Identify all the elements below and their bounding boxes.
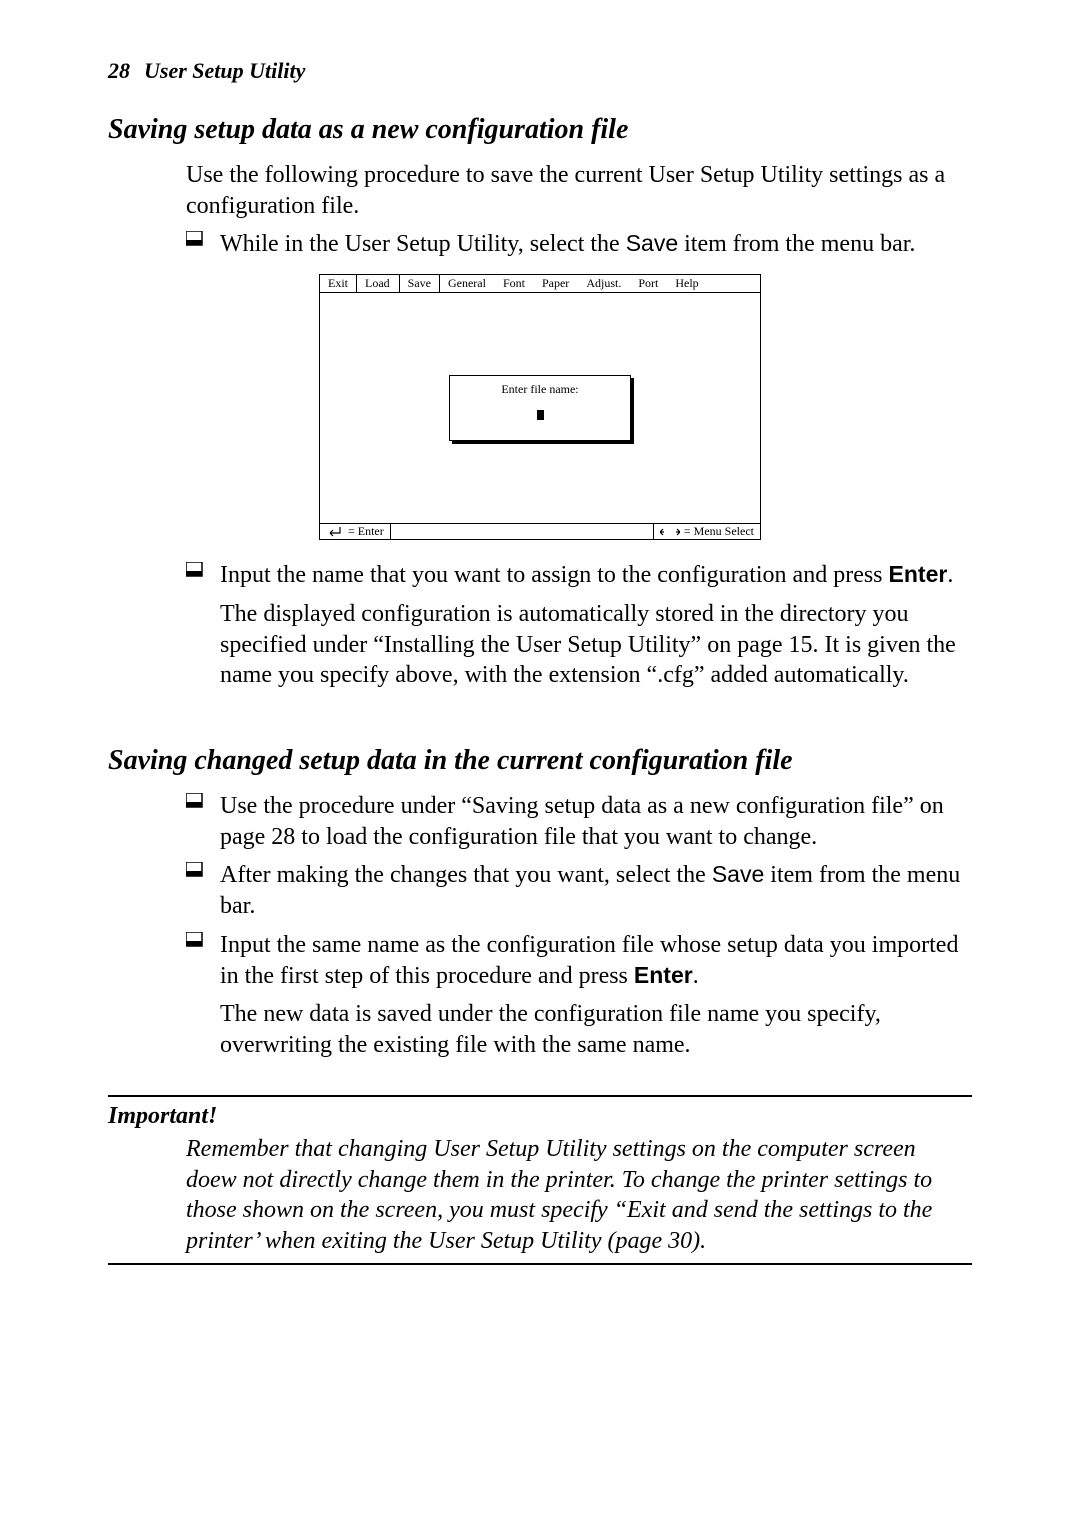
menu-exit: Exit <box>320 275 357 292</box>
text: While in the User Setup Utility, select … <box>220 231 626 257</box>
section1-intro: Use the following procedure to save the … <box>186 160 972 221</box>
text: After making the changes that you want, … <box>220 862 712 888</box>
bullet-text: Use the procedure under “Saving setup da… <box>220 791 972 852</box>
menu-bar: Exit Load Save General Font Paper Adjust… <box>320 275 760 293</box>
running-header: 28 User Setup Utility <box>108 58 972 84</box>
section1-followup: The displayed configuration is automatic… <box>220 599 972 691</box>
bullet-text: After making the changes that you want, … <box>220 860 972 921</box>
chapter-title: User Setup Utility <box>144 58 305 83</box>
menu-paper: Paper <box>534 275 578 292</box>
bullet-text: Input the same name as the configuration… <box>220 930 972 991</box>
bullet-item: Input the same name as the configuration… <box>186 930 972 991</box>
bullet-item: Use the procedure under “Saving setup da… <box>186 791 972 852</box>
menu-name-save: Save <box>626 230 678 256</box>
section2-followup: The new data is saved under the configur… <box>220 999 972 1060</box>
bullet-icon <box>186 930 220 991</box>
page-number: 28 <box>108 58 130 83</box>
bullet-icon <box>186 791 220 852</box>
status-left: = Enter <box>319 523 391 540</box>
menu-port: Port <box>630 275 667 292</box>
status-right: = Menu Select <box>653 523 761 540</box>
menu-adjust: Adjust. <box>578 275 630 292</box>
page: 28 User Setup Utility Saving setup data a… <box>0 0 1080 1529</box>
menu-save: Save <box>399 274 440 293</box>
dialog-prompt: Enter file name: <box>460 382 620 397</box>
utility-body: Enter file name: <box>320 293 760 523</box>
bullet-icon <box>186 860 220 921</box>
arrows-icon <box>660 527 680 537</box>
text: item from the menu bar. <box>678 231 915 257</box>
important-label: Important! <box>108 1103 972 1130</box>
text: . <box>693 963 699 989</box>
menu-name-save: Save <box>712 861 764 887</box>
bullet-item: After making the changes that you want, … <box>186 860 972 921</box>
key-name-enter: Enter <box>634 962 693 988</box>
text: Input the same name as the configuration… <box>220 932 958 989</box>
status-left-text: = Enter <box>348 524 384 539</box>
menu-load: Load <box>357 275 399 292</box>
bullet-item: While in the User Setup Utility, select … <box>186 229 972 260</box>
bullet-icon <box>186 229 220 260</box>
divider <box>108 1095 972 1097</box>
utility-window: Exit Load Save General Font Paper Adjust… <box>319 274 761 540</box>
important-body: Remember that changing User Setup Utilit… <box>186 1134 972 1257</box>
filename-dialog: Enter file name: <box>449 375 631 441</box>
bullet-icon <box>186 560 220 591</box>
section-heading-save-current: Saving changed setup data in the current… <box>108 745 972 777</box>
section-heading-save-new: Saving setup data as a new configuration… <box>108 114 972 146</box>
divider <box>108 1263 972 1265</box>
text: Input the name that you want to assign t… <box>220 562 889 588</box>
embedded-screenshot: Exit Load Save General Font Paper Adjust… <box>108 274 972 540</box>
enter-key-icon <box>326 527 344 537</box>
text-cursor-icon <box>537 410 544 420</box>
bullet-text: Input the name that you want to assign t… <box>220 560 972 591</box>
status-bar: = Enter = Menu Select <box>320 523 760 539</box>
menu-help: Help <box>667 275 707 292</box>
text: . <box>947 562 953 588</box>
key-name-enter: Enter <box>889 561 948 587</box>
bullet-item: Input the name that you want to assign t… <box>186 560 972 591</box>
menu-general: General <box>440 275 495 292</box>
menu-font: Font <box>495 275 534 292</box>
status-right-text: = Menu Select <box>684 524 754 539</box>
bullet-text: While in the User Setup Utility, select … <box>220 229 972 260</box>
